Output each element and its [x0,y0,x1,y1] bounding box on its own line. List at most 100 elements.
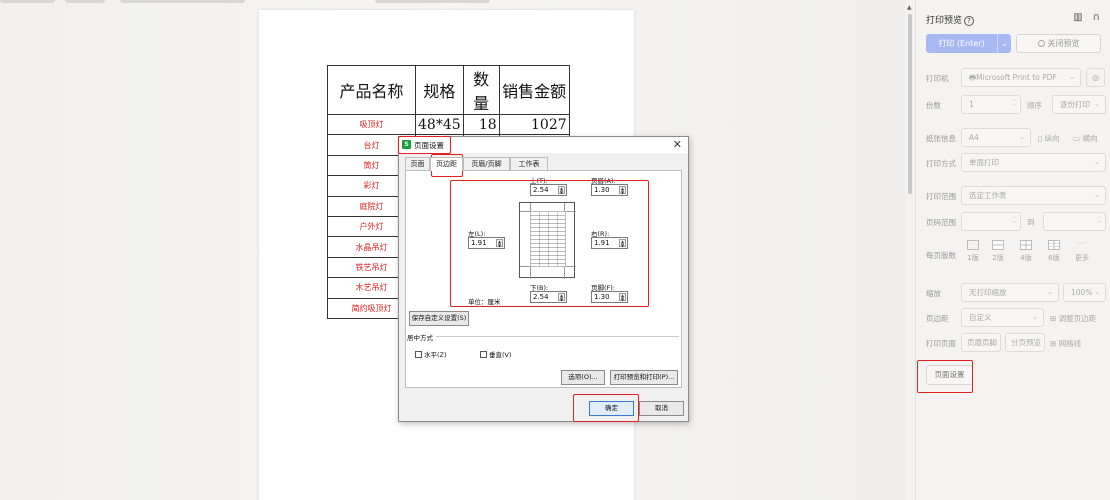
mode-label: 打印方式 [926,159,956,168]
spinner-icon[interactable]: ▲ ▼ [558,186,565,194]
copies-stepper[interactable]: 1 ︿ ﹀ [961,95,1021,114]
header-footer-button[interactable]: 页眉页脚 [961,333,1001,352]
adjust-margin-label: 调整页边距 [1058,314,1097,323]
center-vertical-checkbox[interactable]: 垂直(V) [480,349,512,359]
scroll-up-icon[interactable]: ▲ [907,4,912,11]
portrait-label: 纵向 [1044,134,1060,143]
print-button[interactable]: 打印 (Enter) ⌄ [926,34,1011,53]
panel-title: 打印预览? [926,13,975,26]
per-sheet-1[interactable]: 1版 [962,240,984,263]
zoom-select[interactable]: 无打印缩放 ⌄ [961,283,1059,302]
per-sheet-label: 每页版数 [926,251,956,260]
margin-preview-page [519,202,576,279]
copies-value: 1 [969,100,974,109]
chevron-down-icon: ⌄ [1094,158,1100,166]
close-preview-button[interactable]: 关闭预览 [1016,34,1101,53]
scroll-thumb[interactable] [908,14,912,194]
print-button-label[interactable]: 打印 (Enter) [926,34,997,53]
tab-header-footer[interactable]: 页眉/页脚 [463,157,510,170]
center-on-page-legend: 居中方式 [407,334,433,342]
order-value: 逐份打印 [1060,100,1090,109]
footer-margin-field: 页脚(F): 1.30 ▲ ▼ [591,282,628,303]
per-sheet-2-label: 2版 [992,254,1004,262]
header-footer-label: 页眉页脚 [967,338,997,347]
gridlines-toggle[interactable]: ⊞ 网格线 [1050,338,1081,349]
landscape-option[interactable]: ▭ 横向 [1073,133,1097,144]
right-margin-input[interactable]: 1.91 ▲ ▼ [591,237,628,249]
tab-margins[interactable]: 页边距 [430,157,463,171]
tab-page[interactable]: 页面 [405,157,430,170]
stepper-arrows-icon[interactable]: ︿ ﹀ [1012,97,1017,111]
printer-select[interactable]: 🖶Microsoft Print to PDF ⌄ [961,68,1081,87]
more-icon: ··· [1076,239,1088,248]
bottom-margin-input[interactable]: 2.54 ▲ ▼ [530,291,567,303]
stepper-arrows-icon[interactable]: ︿ ﹀ [1012,214,1017,228]
order-select[interactable]: 逐份打印 ⌄ [1052,95,1106,114]
pages-range-label: 页码范围 [926,218,956,227]
per-sheet-2[interactable]: 2版 [987,240,1009,263]
center-horizontal-checkbox[interactable]: 水平(Z) [415,349,447,359]
options-button[interactable]: 选项(O)... [561,370,605,385]
zoom-row: 缩放 无打印缩放 ⌄ 100% ⌄ [926,283,1106,303]
ok-button[interactable]: 确定 [589,401,634,416]
close-icon[interactable]: ✕ [673,138,682,151]
top-margin-input[interactable]: 2.54 ▲ ▼ [530,184,567,196]
two-page-icon [992,240,1004,250]
dialog-titlebar[interactable]: S 页面设置 ✕ [399,137,688,153]
layout-icon[interactable]: ▥ [1073,12,1082,23]
spinner-icon[interactable]: ▲ ▼ [619,186,626,194]
spinner-icon[interactable]: ▲ ▼ [619,239,626,247]
spinner-icon[interactable]: ▲ ▼ [619,293,626,301]
pin-icon[interactable]: ∩ [1093,12,1100,23]
checkbox-icon[interactable] [415,351,422,358]
header-margin-field: 页眉(A): 1.30 ▲ ▼ [591,175,628,196]
page-setup-button[interactable]: 页面设置 [926,365,973,385]
dialog-body: 上(T): 2.54 ▲ ▼ 页眉(A): 1.30 ▲ ▼ 左(L): 1.91 ▲ ▼ … [405,170,682,388]
zoom-label: 缩放 [926,289,941,298]
margin-label: 页边距 [926,314,949,323]
chevron-down-icon: ⌄ [1047,288,1053,296]
per-sheet-6[interactable]: 6版 [1043,240,1065,263]
portrait-option[interactable]: ▯ 纵向 [1038,133,1060,144]
adjust-margin-button[interactable]: ⊞ 调整页边距 [1050,313,1096,324]
per-sheet-4[interactable]: 4版 [1015,240,1037,263]
one-page-icon [967,240,979,250]
margin-select[interactable]: 自定义 ⌄ [961,308,1044,327]
stepper-arrows-icon[interactable]: ︿ ﹀ [1097,214,1102,228]
paper-select[interactable]: A4 ⌄ [961,128,1031,147]
header-margin-input[interactable]: 1.30 ▲ ▼ [591,184,628,196]
page-break-preview-button[interactable]: 分页预览 [1005,333,1045,352]
landscape-icon: ▭ [1073,134,1081,143]
wps-logo-icon: S [402,140,411,149]
footer-margin-input[interactable]: 1.30 ▲ ▼ [591,291,628,303]
pages-to-label: 到 [1027,218,1035,227]
save-custom-settings-button[interactable]: 保存自定义设置(S) [409,311,469,326]
cancel-button[interactable]: 取消 [639,401,684,416]
landscape-label: 横向 [1082,134,1098,143]
chevron-down-icon[interactable]: ⌄ [997,34,1011,53]
checkbox-icon[interactable] [480,351,487,358]
header-product-name: 产品名称 [327,65,416,115]
zoom-percent-select[interactable]: 100% ⌄ [1063,283,1106,302]
mode-select[interactable]: 单面打印 ⌄ [961,153,1106,172]
top-margin-label: 上(T): [530,177,548,185]
pages-from-stepper[interactable]: ︿ ﹀ [961,212,1021,231]
per-sheet-4-label: 4版 [1020,254,1032,262]
tab-worksheet[interactable]: 工作表 [510,157,548,170]
printer-settings-icon[interactable]: ◎ [1086,68,1105,87]
grid-icon: ⊞ [1050,339,1057,348]
vertical-scrollbar[interactable]: ▲ [905,0,915,500]
spinner-icon[interactable]: ▲ ▼ [496,239,503,247]
left-margin-label: 左(L): [468,230,486,238]
range-select[interactable]: 选定工作表 ⌄ [961,186,1106,205]
spinner-icon[interactable]: ▲ ▼ [558,293,565,301]
help-icon[interactable]: ? [964,16,975,26]
per-sheet-more[interactable]: ··· 更多 [1071,240,1093,263]
zoom-value: 无打印缩放 [969,288,1007,297]
bottom-margin-label: 下(B): [530,284,549,292]
print-preview-and-print-button[interactable]: 打印预览和打印(P)... [610,370,678,385]
pages-to-stepper[interactable]: ︿ ﹀ [1043,212,1106,231]
left-margin-input[interactable]: 1.91 ▲ ▼ [468,237,505,249]
quantity-cell: 18 [462,113,500,136]
header-margin-value: 1.30 [594,186,610,194]
